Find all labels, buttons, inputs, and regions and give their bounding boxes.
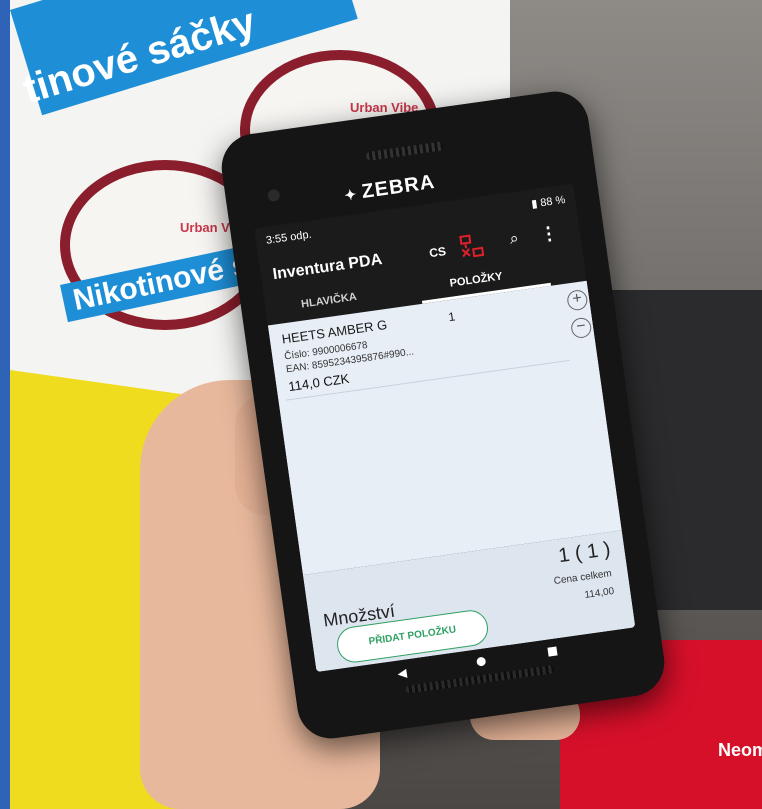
decrement-button[interactable]: − bbox=[569, 316, 593, 340]
total-label: Cena celkem bbox=[553, 568, 613, 588]
recent-apps-icon[interactable] bbox=[547, 646, 558, 657]
red-card-text: Neom bbox=[718, 740, 762, 760]
front-camera bbox=[267, 188, 281, 203]
back-icon[interactable]: ◀ bbox=[397, 666, 408, 681]
item-quantity: 1 bbox=[447, 309, 457, 325]
photo-scene: tinové sáčky Urban Vibe Urban Vibe Nikot… bbox=[0, 0, 762, 809]
tab-hlavicka[interactable]: HLAVIČKA bbox=[300, 291, 357, 311]
item-name: HEETS AMBER G bbox=[280, 316, 389, 347]
increment-button[interactable]: + bbox=[566, 288, 589, 312]
app-screen: 3:55 odp. ▮ 88 % Inventura PDA CS ⌕ ⋮ HL… bbox=[254, 183, 636, 673]
item-list: HEETS AMBER G 1 Číslo: 9900006678 EAN: 8… bbox=[267, 280, 622, 576]
speaker-grill bbox=[365, 141, 445, 162]
blue-edge-bar bbox=[0, 0, 10, 809]
language-button[interactable]: CS bbox=[428, 244, 446, 260]
connection-status-icon[interactable] bbox=[457, 233, 486, 260]
more-vert-icon[interactable]: ⋮ bbox=[538, 222, 559, 245]
total-value: 114,00 bbox=[583, 585, 615, 601]
status-time: 3:55 odp. bbox=[265, 228, 313, 247]
item-count: 1 ( 1 ) bbox=[557, 538, 612, 568]
home-icon[interactable] bbox=[476, 656, 487, 667]
device-brand: ✦ ZEBRA bbox=[343, 170, 437, 204]
battery-indicator: ▮ 88 % bbox=[530, 193, 567, 211]
item-price: 114,0 CZK bbox=[287, 370, 351, 395]
search-icon[interactable]: ⌕ bbox=[503, 229, 526, 252]
app-title: Inventura PDA bbox=[271, 251, 384, 284]
tab-polozky[interactable]: POLOŽKY bbox=[449, 270, 503, 289]
